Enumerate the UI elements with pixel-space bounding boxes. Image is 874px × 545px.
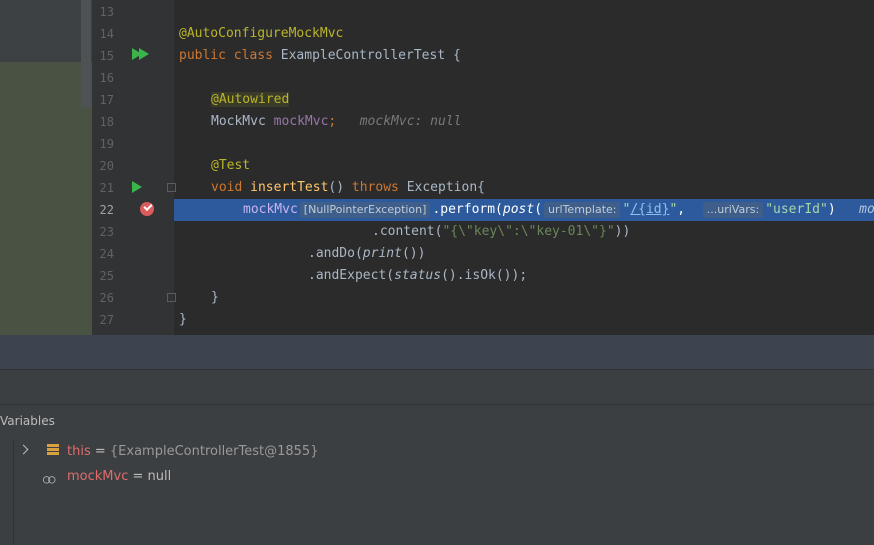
annotation: @Autowired [211,92,290,107]
code-line: @Test [0,155,874,177]
code-line: @Autowired [0,89,874,111]
variables-header: Variables [0,404,874,440]
string-literal: "{\"key\":\"key-01\"}" [442,224,615,239]
paren-close: )) [614,224,631,239]
variable-row[interactable]: mockMvc = null [67,465,171,489]
url-template-link[interactable]: /{id} [630,202,669,217]
inline-debug-value: mockMvc: null [359,114,462,129]
variables-side-strip [0,439,14,545]
variable-name: this [67,444,91,459]
isok-call: ().isOk()); [441,268,528,283]
comma: , [677,202,686,217]
type-name: MockMvc [211,114,266,129]
code-line: } [0,309,874,331]
code-line: } [0,287,874,309]
annotation: @AutoConfigureMockMvc [179,26,344,41]
paren-close: ()) [401,246,426,261]
line-number: 19 [99,137,114,151]
variable-value: {ExampleControllerTest@1855} [109,444,319,459]
code-line: @AutoConfigureMockMvc [0,23,874,45]
param-hint-urltemplate: urlTemplate: [544,202,621,218]
code-line: void insertTest() throws Exception{ [0,177,874,199]
perform-call: .perform( [432,202,503,217]
method-name: insertTest [250,180,329,195]
brace: { [452,48,461,63]
andexpect-call: .andExpect( [308,268,395,283]
code-line: .content("{\"key\":\"key-01\"}")) [0,221,874,243]
class-name: ExampleControllerTest [280,48,446,63]
code-line: .andExpect(status().isOk()); [0,265,874,287]
object-stack-icon [47,444,59,456]
exception-type: Exception{ [406,180,485,195]
code-line: MockMvc mockMvc; mockMvc: null [0,111,874,133]
variable-row[interactable]: this = {ExampleControllerTest@1855} [67,440,318,464]
variable-name: mockMvc [67,469,129,484]
debug-tool-window-header [0,335,874,369]
parens: () [328,180,345,195]
annotation: @Test [211,158,251,173]
line-number: 13 [99,5,114,19]
semicolon: ; [328,114,337,129]
keyword: throws [351,180,399,195]
content-call: .content( [372,224,443,239]
param-hint-urivars: ...uriVars: [702,202,764,218]
exception-hint: [NullPointerException] [299,202,431,218]
line-number: 16 [99,71,114,85]
brace: } [179,312,187,327]
keyword: class [233,48,273,63]
watch-glasses-icon: ○○ [43,472,56,486]
string-literal: "userId" [765,202,828,217]
code-line-current: mockMvc [NullPointerException] .perform(po… [0,199,874,221]
code-line: public class ExampleControllerTest { [0,45,874,67]
status-call: status [394,268,442,283]
field-name: mockMvc [273,114,329,129]
variables-title: Variables [0,414,55,428]
variable-equals: = [90,444,110,459]
field-name: mockMvc [243,202,298,217]
anddo-call: .andDo( [308,246,363,261]
paren-close: ) [827,202,836,217]
debug-toolbar [0,369,874,405]
post-call: post [502,202,535,217]
inline-debug-overflow: moc [859,202,874,217]
keyword: public [179,48,226,63]
brace: } [211,290,219,305]
keyword: void [211,180,243,195]
variable-value: null [147,469,172,484]
print-call: print [362,246,402,261]
variable-equals: = [128,469,148,484]
paren-open: ( [534,202,543,217]
code-line: .andDo(print()) [0,243,874,265]
